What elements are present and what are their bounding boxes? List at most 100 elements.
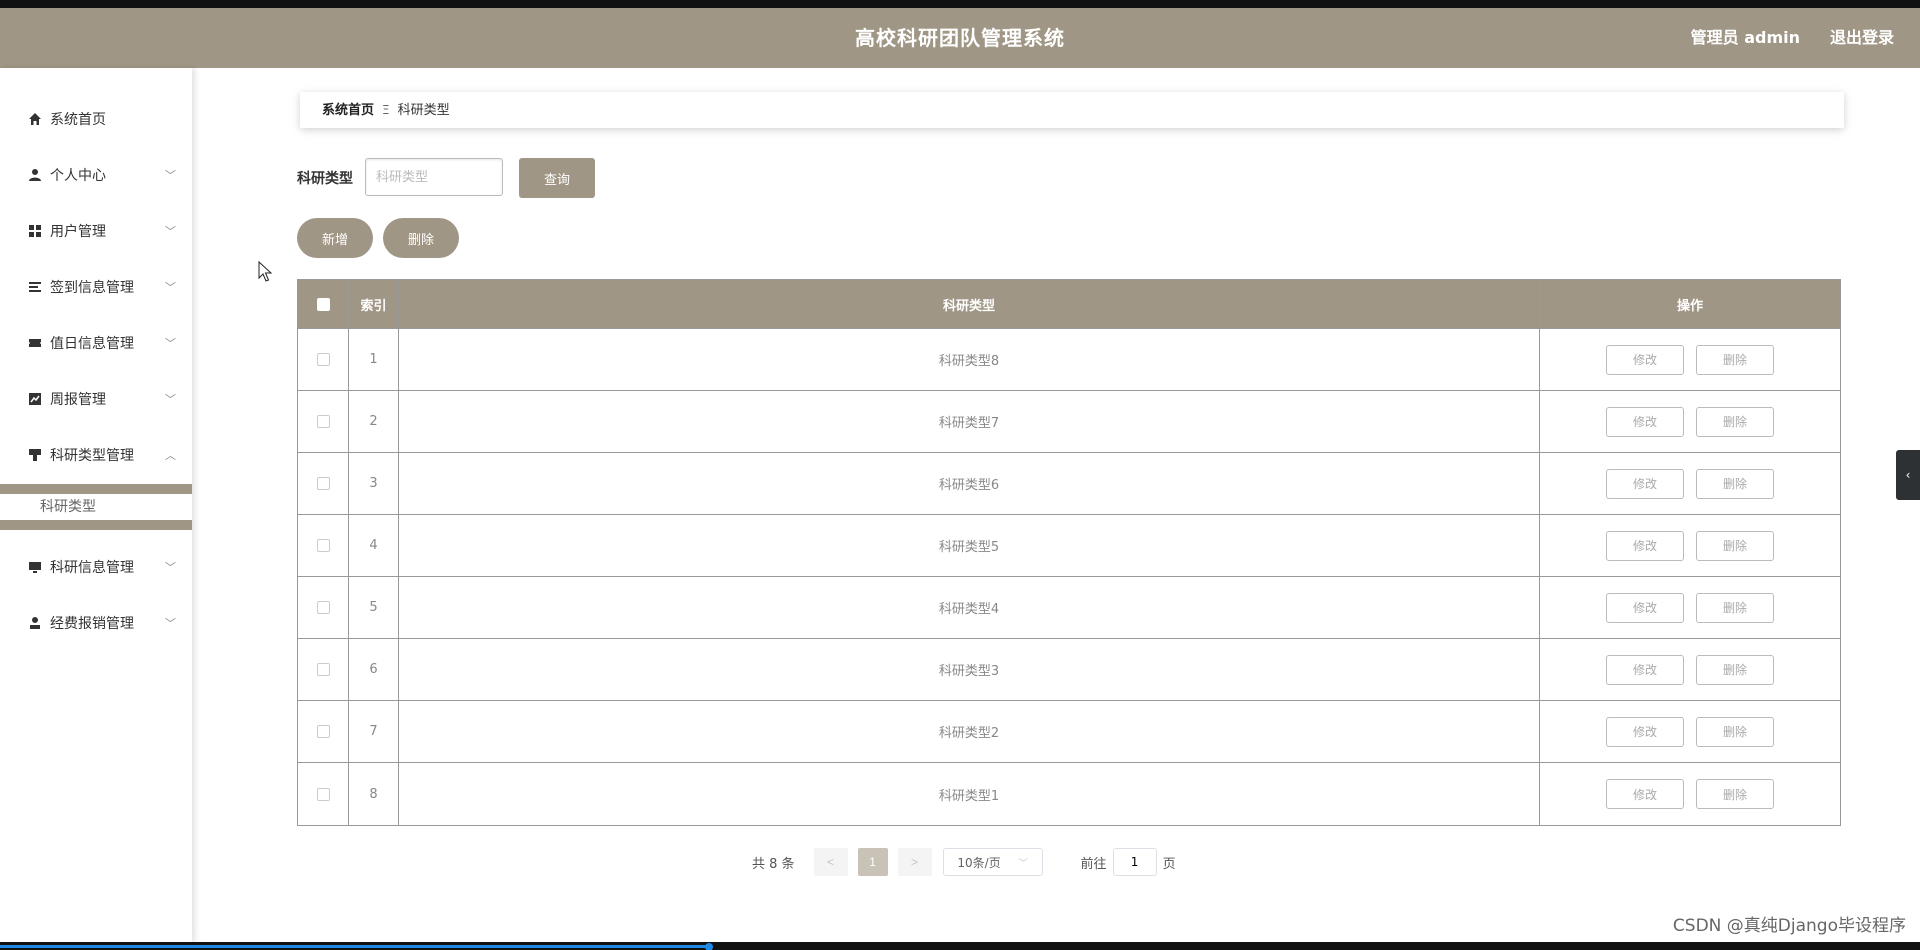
sidebar-item-users[interactable]: 用户管理 ﹀: [0, 204, 192, 260]
edit-button[interactable]: 修改: [1606, 592, 1684, 623]
next-page-button[interactable]: >: [897, 848, 932, 876]
row-type: 科研类型3: [399, 639, 1540, 700]
delete-button[interactable]: 删除: [1696, 654, 1774, 685]
edit-button[interactable]: 修改: [1606, 468, 1684, 499]
row-checkbox[interactable]: [316, 725, 330, 738]
edit-button[interactable]: 修改: [1606, 344, 1684, 375]
top-strip: [0, 0, 1920, 8]
sidebar-item-weekly[interactable]: 周报管理 ﹀: [0, 372, 192, 428]
table-row: 2 科研类型7 修改 删除: [298, 391, 1840, 453]
sidebar-subitem-research-type[interactable]: 科研类型: [0, 484, 192, 530]
delete-button[interactable]: 删除: [1696, 406, 1774, 437]
sidebar-item-label: 科研信息管理: [50, 560, 134, 576]
sidebar-item-label: 周报管理: [50, 392, 106, 408]
chevron-down-icon: ﹀: [165, 617, 176, 630]
row-index: 1: [349, 329, 399, 390]
row-checkbox-cell: [298, 639, 349, 700]
row-type: 科研类型1: [399, 763, 1540, 825]
video-progress-bar[interactable]: [0, 942, 1920, 950]
mouse-cursor-icon: [258, 261, 272, 282]
table-row: 1 科研类型8 修改 删除: [298, 329, 1840, 391]
delete-button[interactable]: 删除: [1696, 344, 1774, 375]
chevron-down-icon: ﹀: [165, 337, 176, 350]
add-button[interactable]: 新增: [297, 218, 373, 258]
edit-button[interactable]: 修改: [1606, 406, 1684, 437]
row-ops: 修改 删除: [1540, 515, 1840, 576]
header-index: 索引: [349, 280, 399, 328]
sidebar-item-reimbursement[interactable]: 经费报销管理 ﹀: [0, 596, 192, 652]
select-all-checkbox[interactable]: [316, 297, 330, 311]
breadcrumb-separator: Ξ: [382, 103, 390, 117]
edit-button[interactable]: 修改: [1606, 779, 1684, 809]
sidebar-item-label: 用户管理: [50, 224, 106, 240]
chevron-down-icon: ﹀: [165, 393, 176, 406]
delete-button[interactable]: 删除: [1696, 716, 1774, 747]
collapse-tab[interactable]: ‹: [1896, 450, 1920, 500]
row-checkbox-cell: [298, 763, 349, 825]
row-type: 科研类型4: [399, 577, 1540, 638]
row-checkbox[interactable]: [316, 477, 330, 490]
row-index: 4: [349, 515, 399, 576]
watermark: CSDN @真纯Django毕设程序: [1672, 916, 1906, 936]
row-type: 科研类型8: [399, 329, 1540, 390]
breadcrumb-home[interactable]: 系统首页: [322, 103, 374, 118]
query-button[interactable]: 查询: [519, 158, 595, 198]
chevron-down-icon: ﹀: [165, 561, 176, 574]
progress-fill: [0, 945, 710, 948]
edit-button[interactable]: 修改: [1606, 530, 1684, 561]
sidebar-item-label: 系统首页: [50, 112, 106, 128]
search-input[interactable]: [365, 158, 503, 196]
stamp-icon: [29, 449, 41, 461]
row-index: 6: [349, 639, 399, 700]
home-icon: [29, 113, 41, 125]
row-index: 2: [349, 391, 399, 452]
prev-page-button[interactable]: <: [813, 848, 848, 876]
row-checkbox-cell: [298, 701, 349, 762]
chevron-up-icon: ︿: [165, 449, 176, 462]
page-size-select[interactable]: 10条/页 ﹀: [942, 848, 1043, 876]
row-checkbox[interactable]: [316, 415, 330, 428]
row-index: 7: [349, 701, 399, 762]
sidebar-item-duty[interactable]: 值日信息管理 ﹀: [0, 316, 192, 372]
sidebar-item-home[interactable]: 系统首页: [0, 92, 192, 148]
progress-knob[interactable]: [705, 943, 713, 950]
row-checkbox[interactable]: [316, 353, 330, 366]
sidebar: 系统首页 个人中心 ﹀ 用户管理 ﹀ 签到信息管理 ﹀ 值日信息管理 ﹀ 周报管…: [0, 68, 192, 942]
row-checkbox[interactable]: [316, 663, 330, 676]
table-row: 4 科研类型5 修改 删除: [298, 515, 1840, 577]
app-frame: 高校科研团队管理系统 管理员 admin 退出登录 系统首页 个人中心 ﹀ 用户…: [0, 0, 1920, 950]
header-checkbox-cell: [298, 280, 349, 328]
delete-button[interactable]: 删除: [1696, 592, 1774, 623]
chevron-left-icon: ‹: [1905, 468, 1911, 482]
row-type: 科研类型7: [399, 391, 1540, 452]
batch-delete-button[interactable]: 删除: [383, 218, 459, 258]
header: 高校科研团队管理系统 管理员 admin 退出登录: [0, 8, 1920, 68]
row-checkbox-cell: [298, 453, 349, 514]
delete-button[interactable]: 删除: [1696, 779, 1774, 809]
sidebar-item-research-info[interactable]: 科研信息管理 ﹀: [0, 540, 192, 596]
delete-button[interactable]: 删除: [1696, 530, 1774, 561]
sidebar-item-profile[interactable]: 个人中心 ﹀: [0, 148, 192, 204]
edit-button[interactable]: 修改: [1606, 654, 1684, 685]
goto-page-input[interactable]: [1112, 848, 1157, 876]
sidebar-item-label: 个人中心: [50, 168, 106, 184]
row-type: 科研类型2: [399, 701, 1540, 762]
sidebar-item-research-type[interactable]: 科研类型管理 ︿: [0, 428, 192, 484]
sidebar-item-checkin[interactable]: 签到信息管理 ﹀: [0, 260, 192, 316]
table-row: 3 科研类型6 修改 删除: [298, 453, 1840, 515]
row-index: 5: [349, 577, 399, 638]
page-number-button[interactable]: 1: [857, 848, 888, 876]
row-checkbox[interactable]: [316, 787, 330, 801]
row-checkbox[interactable]: [316, 539, 330, 552]
row-index: 3: [349, 453, 399, 514]
chart-icon: [29, 393, 41, 405]
row-index: 8: [349, 763, 399, 825]
logout-link[interactable]: 退出登录: [1830, 8, 1894, 68]
edit-button[interactable]: 修改: [1606, 716, 1684, 747]
sidebar-item-label: 值日信息管理: [50, 336, 134, 352]
delete-button[interactable]: 删除: [1696, 468, 1774, 499]
row-checkbox[interactable]: [316, 601, 330, 614]
page-size-value: 10条/页: [957, 855, 1001, 870]
pagination-total: 共 8 条: [752, 856, 795, 872]
row-type: 科研类型5: [399, 515, 1540, 576]
